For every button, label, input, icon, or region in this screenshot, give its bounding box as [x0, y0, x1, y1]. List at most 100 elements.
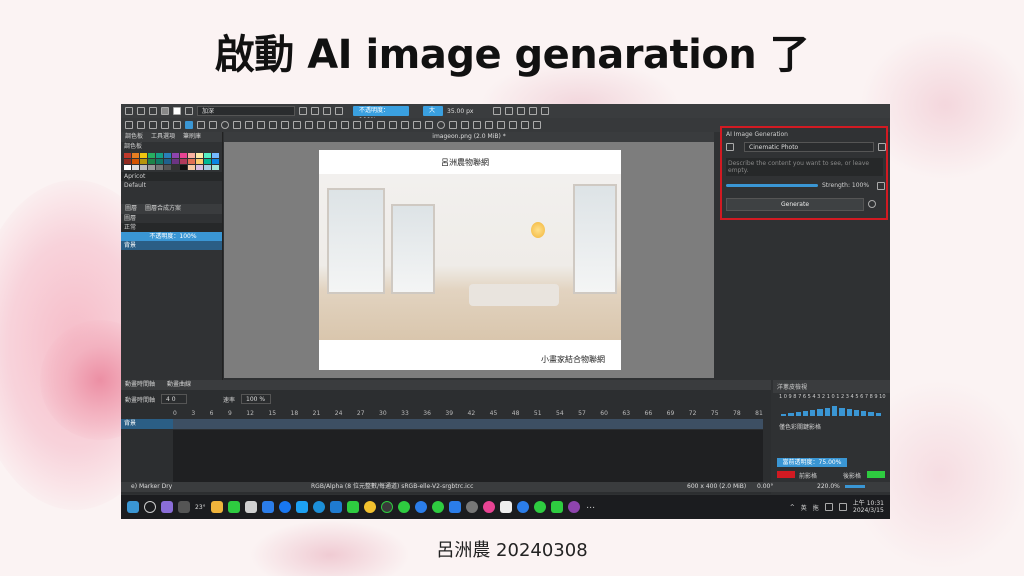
multibrush-icon[interactable] [293, 121, 301, 129]
strength-slider[interactable] [726, 184, 818, 187]
vscode-icon[interactable] [448, 501, 461, 513]
app-icon[interactable] [465, 501, 478, 513]
zoom-tool-icon[interactable] [521, 121, 529, 129]
line-app-icon[interactable] [550, 501, 563, 513]
queue-icon[interactable] [868, 200, 876, 208]
text-tool-icon[interactable] [149, 121, 157, 129]
gradient-tool-icon[interactable] [317, 121, 325, 129]
app-icon[interactable] [346, 501, 359, 513]
store-icon[interactable] [244, 501, 257, 513]
status-zoom[interactable]: 220.0% [817, 482, 840, 492]
tab-layers[interactable]: 圖層 [125, 204, 137, 214]
mirror-vertical-icon[interactable] [505, 107, 513, 115]
rectangle-tool-icon[interactable] [209, 121, 217, 129]
tab-layer-comps[interactable]: 圖層合成方案 [145, 204, 181, 214]
tab-curves[interactable]: 動畫曲線 [167, 380, 191, 390]
undo-icon[interactable] [529, 107, 537, 115]
mail-icon[interactable] [261, 501, 274, 513]
weather-text[interactable]: 23° [195, 504, 206, 511]
tab-palette[interactable]: 調色板 [125, 132, 143, 142]
onion-opacity-slider[interactable]: 當前透明度：75.00% [777, 458, 847, 467]
polyline-tool-icon[interactable] [245, 121, 253, 129]
ime-mode[interactable]: 拖 [813, 503, 819, 512]
app-icon[interactable] [414, 501, 427, 513]
edit-shapes-icon[interactable] [161, 121, 169, 129]
clock-date[interactable]: 2024/3/15 [853, 507, 884, 514]
ime-indicator[interactable]: 英 [801, 503, 807, 512]
magnetic-select-icon[interactable] [509, 121, 517, 129]
track-label[interactable]: 背景 [121, 419, 173, 429]
polygon-tool-icon[interactable] [233, 121, 241, 129]
enclose-fill-icon[interactable] [377, 121, 385, 129]
assistant-tool-icon[interactable] [389, 121, 397, 129]
color-picker-icon[interactable] [329, 121, 337, 129]
chrome-icon[interactable] [363, 501, 376, 513]
history-icon[interactable] [877, 182, 885, 190]
pan-tool-icon[interactable] [533, 121, 541, 129]
canvas-image[interactable]: 呂洲農物聯網 小畫家結合物聯網 [319, 150, 621, 370]
app-icon[interactable] [516, 501, 529, 513]
frame-field[interactable]: 4 0 [161, 394, 188, 404]
blend-mode-select[interactable]: 加深 [197, 106, 295, 116]
reload-icon[interactable] [323, 107, 331, 115]
volume-icon[interactable] [838, 503, 847, 511]
line-app-icon[interactable] [227, 501, 240, 513]
facebook-icon[interactable] [278, 501, 291, 513]
preserve-alpha-icon[interactable] [311, 107, 319, 115]
color-keyframes-checkbox[interactable]: 僅色彩關鍵影格 [779, 422, 821, 431]
contiguous-select-icon[interactable] [473, 121, 481, 129]
document-tab[interactable]: imageon.png (2.0 MiB) * [224, 132, 714, 142]
size-slider[interactable]: 大 [423, 106, 443, 116]
colorize-mask-icon[interactable] [341, 121, 349, 129]
freehand-path-icon[interactable] [269, 121, 277, 129]
start-icon[interactable] [127, 501, 139, 513]
krita-icon[interactable] [567, 501, 580, 513]
app-icon[interactable] [397, 501, 410, 513]
bezier-tool-icon[interactable] [257, 121, 265, 129]
save-icon[interactable] [149, 107, 157, 115]
pattern-icon[interactable] [173, 107, 181, 115]
clock-time[interactable]: 上午 10:31 [853, 500, 884, 507]
fill-tool-icon[interactable] [365, 121, 373, 129]
task-view-icon[interactable] [178, 501, 190, 513]
generate-button[interactable]: Generate [726, 198, 864, 211]
mirror-icon[interactable] [493, 107, 501, 115]
open-file-icon[interactable] [137, 107, 145, 115]
app-icon[interactable] [380, 501, 393, 513]
app-icon[interactable] [533, 501, 546, 513]
polygon-select-icon[interactable] [449, 121, 457, 129]
next-frame-color[interactable] [867, 471, 885, 478]
widgets-icon[interactable] [161, 501, 173, 513]
similar-select-icon[interactable] [485, 121, 493, 129]
layer-track[interactable] [173, 419, 763, 429]
ellipse-select-icon[interactable] [437, 121, 445, 129]
frame-ruler[interactable]: 0 3 6 9 12 15 18 21 24 27 30 33 36 39 42 45 48 51 54 57 60 63… [173, 410, 763, 418]
eraser-icon[interactable] [299, 107, 307, 115]
dynamic-brush-icon[interactable] [281, 121, 289, 129]
measure-tool-icon[interactable] [401, 121, 409, 129]
tab-timeline[interactable]: 動畫時間軸 [125, 380, 155, 390]
style-select[interactable]: Cinematic Photo [744, 142, 874, 152]
freehand-brush-icon[interactable] [185, 121, 193, 129]
edge-icon[interactable] [312, 501, 325, 513]
opacity-slider[interactable]: 不透明度：100% [353, 106, 409, 124]
layer-item[interactable]: 背景 [121, 241, 222, 250]
redo-icon[interactable] [541, 107, 549, 115]
tab-brush-presets[interactable]: 筆刷庫 [183, 132, 201, 142]
network-icon[interactable] [824, 503, 833, 511]
move-tool-icon[interactable] [137, 121, 145, 129]
chrome-icon[interactable] [482, 501, 495, 513]
wrap-around-icon[interactable] [517, 107, 525, 115]
zoom-slider[interactable] [845, 485, 865, 488]
smart-patch-icon[interactable] [353, 121, 361, 129]
layer-opacity-slider[interactable]: 不透明度：100% [121, 232, 222, 241]
brush-preset-icon[interactable] [185, 107, 193, 115]
line-tool-icon[interactable] [197, 121, 205, 129]
palette-preset[interactable]: Default [121, 181, 222, 190]
canvas-area[interactable]: imageon.png (2.0 MiB) * 呂洲農物聯網 小畫家結合物聯網 [224, 132, 714, 378]
crop-tool-icon[interactable] [305, 121, 313, 129]
file-explorer-icon[interactable] [210, 501, 223, 513]
wrap-icon[interactable] [335, 107, 343, 115]
app-icon[interactable] [295, 501, 308, 513]
magic-wand-icon[interactable] [726, 143, 734, 151]
